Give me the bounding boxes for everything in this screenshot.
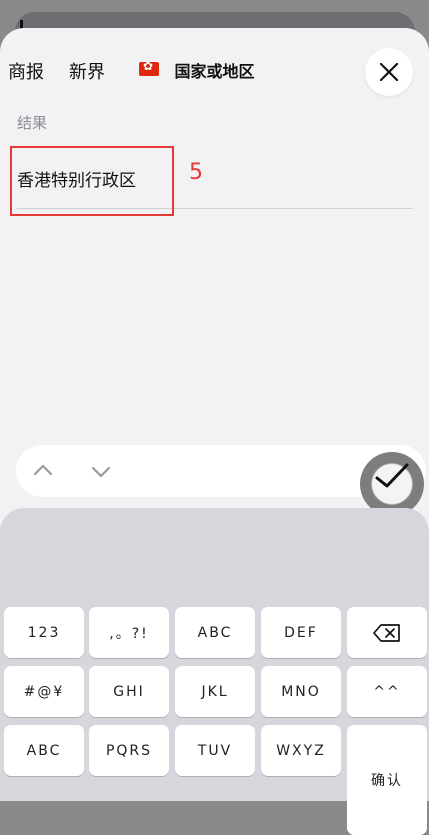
key-mno[interactable]: MNO [261, 666, 341, 717]
close-button[interactable] [365, 48, 413, 96]
key-punctuation[interactable]: ,。?! [89, 607, 169, 658]
key-abc-mode[interactable]: ABC [4, 725, 84, 776]
close-icon [379, 62, 399, 82]
key-ghi[interactable]: GHI [89, 666, 169, 717]
key-jkl[interactable]: JKL [175, 666, 255, 717]
key-wxyz[interactable]: WXYZ [261, 725, 341, 776]
annotation-number: 5 [189, 160, 203, 185]
highlight-box [10, 146, 174, 216]
chevron-up-icon[interactable] [31, 459, 55, 483]
key-emoticon[interactable]: ^^ [347, 666, 427, 717]
checkmark-icon [375, 463, 409, 488]
delete-key[interactable] [347, 607, 427, 658]
key-def-3[interactable]: DEF [261, 607, 341, 658]
confirm-key[interactable]: 确认 [347, 725, 427, 835]
key-symbols[interactable]: #@¥ [4, 666, 84, 717]
key-tuv[interactable]: TUV [175, 725, 255, 776]
suggestion-2[interactable]: 新界 [69, 58, 105, 84]
hong-kong-flag-icon[interactable] [139, 59, 159, 76]
suggestion-1[interactable]: 商报 [8, 58, 44, 84]
key-pqrs[interactable]: PQRS [89, 725, 169, 776]
backspace-icon [373, 623, 400, 642]
chevron-down-icon[interactable] [89, 459, 113, 483]
result-label: 结果 [17, 114, 48, 132]
confirm-button[interactable] [360, 452, 424, 516]
key-abc-2[interactable]: ABC [175, 607, 255, 658]
key-123[interactable]: 123 [4, 607, 84, 658]
